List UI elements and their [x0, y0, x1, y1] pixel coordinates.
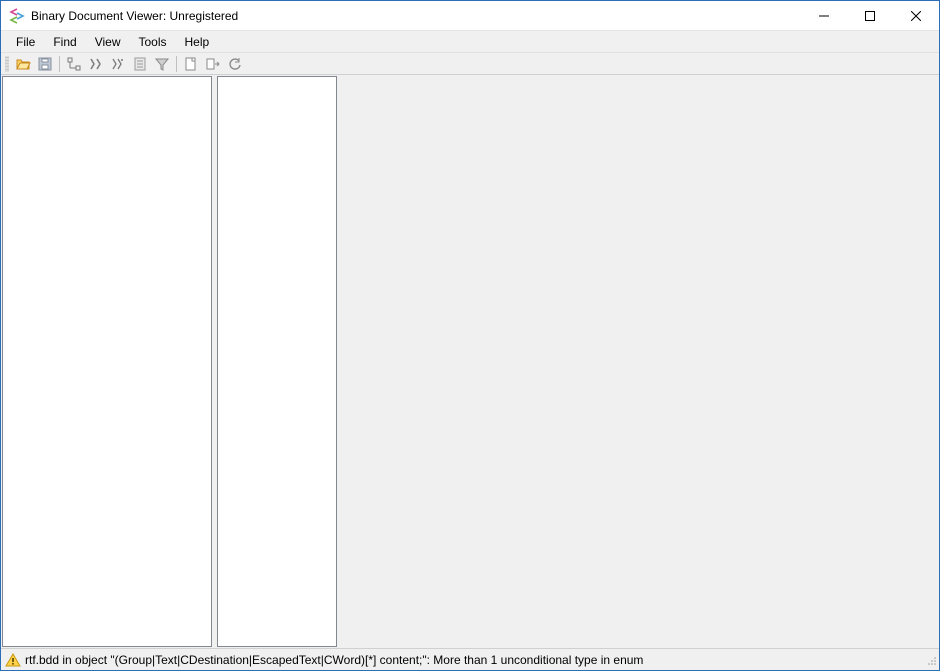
open-button[interactable] [13, 54, 33, 74]
find-next-button[interactable] [108, 54, 128, 74]
menu-file[interactable]: File [7, 33, 44, 51]
content-area [1, 75, 939, 648]
splitter-left[interactable] [213, 75, 216, 648]
resize-grip[interactable] [925, 656, 937, 668]
main-pane[interactable] [341, 75, 939, 648]
maximize-button[interactable] [847, 1, 893, 30]
app-icon [9, 8, 25, 24]
statusbar: rtf.bdd in object "(Group|Text|CDestinat… [1, 648, 939, 670]
menu-tools[interactable]: Tools [129, 33, 175, 51]
status-message: rtf.bdd in object "(Group|Text|CDestinat… [25, 653, 939, 667]
menubar: File Find View Tools Help [1, 31, 939, 53]
filter-button[interactable] [152, 54, 172, 74]
refresh-button[interactable] [225, 54, 245, 74]
toolbar-grip[interactable] [5, 56, 9, 72]
document-button[interactable] [130, 54, 150, 74]
export-button[interactable] [203, 54, 223, 74]
app-window: Binary Document Viewer: Unregistered Fil… [0, 0, 940, 671]
find-button[interactable] [86, 54, 106, 74]
tree-pane[interactable] [2, 76, 212, 647]
toolbar [1, 53, 939, 75]
window-controls [801, 1, 939, 30]
warning-icon [5, 652, 21, 668]
save-button[interactable] [35, 54, 55, 74]
close-button[interactable] [893, 1, 939, 30]
toolbar-separator [59, 56, 60, 72]
page-button[interactable] [181, 54, 201, 74]
minimize-button[interactable] [801, 1, 847, 30]
tree-expand-button[interactable] [64, 54, 84, 74]
window-title: Binary Document Viewer: Unregistered [31, 9, 801, 23]
titlebar: Binary Document Viewer: Unregistered [1, 1, 939, 31]
menu-view[interactable]: View [86, 33, 130, 51]
toolbar-separator [176, 56, 177, 72]
menu-find[interactable]: Find [44, 33, 85, 51]
menu-help[interactable]: Help [176, 33, 219, 51]
list-pane[interactable] [217, 76, 337, 647]
